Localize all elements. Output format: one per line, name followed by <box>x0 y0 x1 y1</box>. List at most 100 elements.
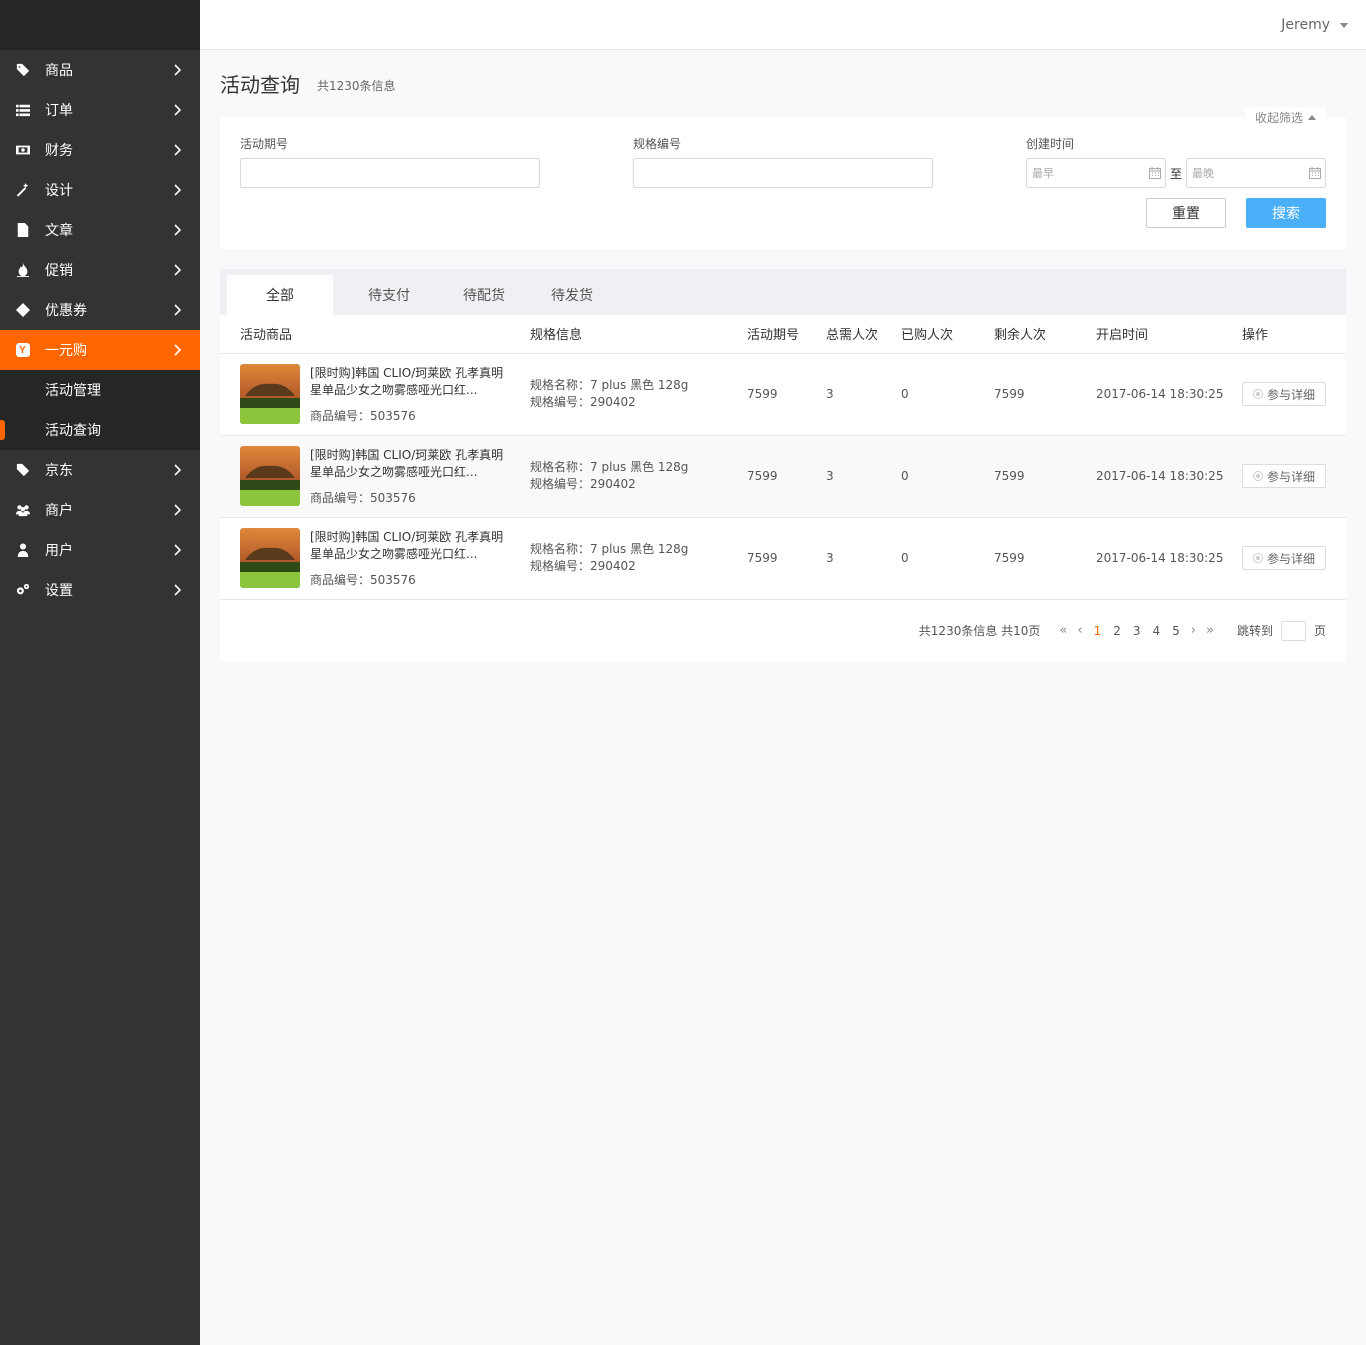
tab-pending-shipment[interactable]: 待发货 <box>533 275 623 315</box>
sidebar-logo-area <box>0 0 200 50</box>
sidebar-item-label: 设置 <box>45 583 73 599</box>
tag-icon <box>0 63 45 77</box>
product-name[interactable]: [限时购]韩国 CLIO/珂莱欧 孔孝真明星单品少女之吻雾感哑光口红... <box>310 365 510 399</box>
sidebar-item-label: 京东 <box>45 463 73 479</box>
product-thumbnail <box>240 528 300 588</box>
period-cell: 7599 <box>747 353 826 436</box>
caret-up-icon <box>1308 114 1316 120</box>
prev-page-icon[interactable]: ‹ <box>1077 623 1082 638</box>
page-link[interactable]: 3 <box>1133 624 1141 638</box>
first-page-icon[interactable]: « <box>1059 623 1067 638</box>
total-cell: 3 <box>826 517 901 600</box>
calendar-icon <box>1149 167 1161 179</box>
participation-detail-button[interactable]: 参与详细 <box>1242 382 1326 406</box>
col-header-product: 活动商品 <box>220 315 530 354</box>
sidebar-subitem-activity-manage[interactable]: 活动管理 <box>0 370 200 410</box>
page-link[interactable]: 2 <box>1113 624 1121 638</box>
sidebar-item-design[interactable]: 设计 <box>0 170 200 210</box>
reset-button[interactable]: 重置 <box>1146 198 1226 228</box>
tab-pending-allocation[interactable]: 待配货 <box>440 275 533 315</box>
calendar-icon <box>1309 167 1322 179</box>
period-cell: 7599 <box>747 435 826 518</box>
page-link[interactable]: 5 <box>1172 624 1180 638</box>
sidebar-item-articles[interactable]: 文章 <box>0 210 200 250</box>
collapse-filter-button[interactable]: 收起筛选 <box>1244 107 1326 127</box>
total-cell: 3 <box>826 435 901 518</box>
product-cell: [限时购]韩国 CLIO/珂莱欧 孔孝真明星单品少女之吻雾感哑光口红... 商品… <box>220 353 530 436</box>
participation-detail-button[interactable]: 参与详细 <box>1242 546 1326 570</box>
sidebar-item-promotion[interactable]: 促销 <box>0 250 200 290</box>
chevron-right-icon <box>174 541 200 560</box>
product-info: [限时购]韩国 CLIO/珂莱欧 孔孝真明星单品少女之吻雾感哑光口红... 商品… <box>240 528 530 588</box>
product-cell: [限时购]韩国 CLIO/珂莱欧 孔孝真明星单品少女之吻雾感哑光口红... 商品… <box>220 435 530 518</box>
user-name: Jeremy <box>1281 17 1330 33</box>
search-button[interactable]: 搜索 <box>1246 198 1326 228</box>
col-header-action: 操作 <box>1242 315 1346 354</box>
spec-cell: 规格名称：7 plus 黑色 128g 规格编号：290402 <box>530 435 747 518</box>
page-link[interactable]: 4 <box>1153 624 1161 638</box>
page-link[interactable]: 1 <box>1094 624 1102 638</box>
pagination: 共1230条信息 共10页 « ‹ 1 2 3 4 5 › » 跳转到 页 <box>220 600 1346 662</box>
date-from-input[interactable]: 最早 <box>1026 158 1166 188</box>
spec-no-input[interactable] <box>633 158 933 188</box>
total-cell: 3 <box>826 353 901 436</box>
sidebar-item-jd[interactable]: 京东 <box>0 450 200 490</box>
remain-cell: 7599 <box>994 517 1096 600</box>
jump-unit: 页 <box>1313 624 1326 638</box>
bought-cell: 0 <box>901 517 994 600</box>
product-thumbnail <box>240 446 300 506</box>
col-header-period: 活动期号 <box>747 315 826 354</box>
sidebar-subitem-activity-query[interactable]: 活动查询 <box>0 410 200 450</box>
spec-cell: 规格名称：7 plus 黑色 128g 规格编号：290402 <box>530 353 747 436</box>
sidebar-item-users[interactable]: 用户 <box>0 530 200 570</box>
tab-pending-payment[interactable]: 待支付 <box>333 275 440 315</box>
chevron-right-icon <box>174 141 200 160</box>
chevron-right-icon <box>174 261 200 280</box>
user-menu[interactable]: Jeremy <box>1281 17 1348 33</box>
participation-detail-button[interactable]: 参与详细 <box>1242 464 1326 488</box>
product-name[interactable]: [限时购]韩国 CLIO/珂莱欧 孔孝真明星单品少女之吻雾感哑光口红... <box>310 447 510 481</box>
chevron-right-icon <box>174 461 200 480</box>
product-name[interactable]: [限时购]韩国 CLIO/珂莱欧 孔孝真明星单品少女之吻雾感哑光口红... <box>310 529 510 563</box>
sidebar-item-one-yuan[interactable]: Y 一元购 <box>0 330 200 370</box>
date-to-input[interactable]: 最晚 <box>1186 158 1327 188</box>
list-icon <box>0 103 45 117</box>
eye-icon <box>1252 471 1263 481</box>
results-panel: 全部 待支付 待配货 待发货 活动商品 规格信息 活动期号 总需人次 已购人次 … <box>220 269 1346 662</box>
activity-no-input[interactable] <box>240 158 540 188</box>
remain-cell: 7599 <box>994 353 1096 436</box>
sidebar-subitem-label: 活动管理 <box>45 383 101 399</box>
next-page-icon[interactable]: › <box>1191 623 1196 638</box>
sidebar-item-label: 商品 <box>45 63 73 79</box>
sidebar: 商品 订单 财务 设计 文章 促销 优惠券 Y 一元购 活动管理 活动查询 京东… <box>0 0 200 1345</box>
chevron-right-icon <box>174 61 200 80</box>
product-cell: [限时购]韩国 CLIO/珂莱欧 孔孝真明星单品少女之吻雾感哑光口红... 商品… <box>220 517 530 600</box>
file-icon <box>0 223 45 237</box>
users-icon <box>0 503 45 517</box>
table-row: [限时购]韩国 CLIO/珂莱欧 孔孝真明星单品少女之吻雾感哑光口红... 商品… <box>220 435 1346 518</box>
product-code: 商品编号：503576 <box>310 408 416 423</box>
sidebar-item-label: 一元购 <box>45 343 87 359</box>
page-title: 活动查询 <box>220 73 300 97</box>
sidebar-item-merchants[interactable]: 商户 <box>0 490 200 530</box>
spec-no-label: 规格编号 <box>633 137 682 151</box>
sidebar-item-orders[interactable]: 订单 <box>0 90 200 130</box>
jump-page-input[interactable] <box>1280 620 1306 641</box>
bought-cell: 0 <box>901 435 994 518</box>
col-header-start-time: 开启时间 <box>1096 315 1242 354</box>
sidebar-item-finance[interactable]: 财务 <box>0 130 200 170</box>
jump-label: 跳转到 <box>1236 624 1273 638</box>
participation-detail-label: 参与详细 <box>1266 387 1315 402</box>
col-header-bought: 已购人次 <box>901 315 994 354</box>
sidebar-item-goods[interactable]: 商品 <box>0 50 200 90</box>
start-time-cell: 2017-06-14 18:30:25 <box>1096 435 1242 518</box>
tab-all[interactable]: 全部 <box>227 275 333 315</box>
product-code: 商品编号：503576 <box>310 490 416 505</box>
sidebar-item-label: 用户 <box>45 543 73 559</box>
sidebar-item-coupons[interactable]: 优惠券 <box>0 290 200 330</box>
spec-cell: 规格名称：7 plus 黑色 128g 规格编号：290402 <box>530 517 747 600</box>
last-page-icon[interactable]: » <box>1206 623 1214 638</box>
sidebar-item-label: 优惠券 <box>45 303 87 319</box>
activity-no-group: 活动期号 <box>240 135 540 188</box>
sidebar-item-settings[interactable]: 设置 <box>0 570 200 610</box>
